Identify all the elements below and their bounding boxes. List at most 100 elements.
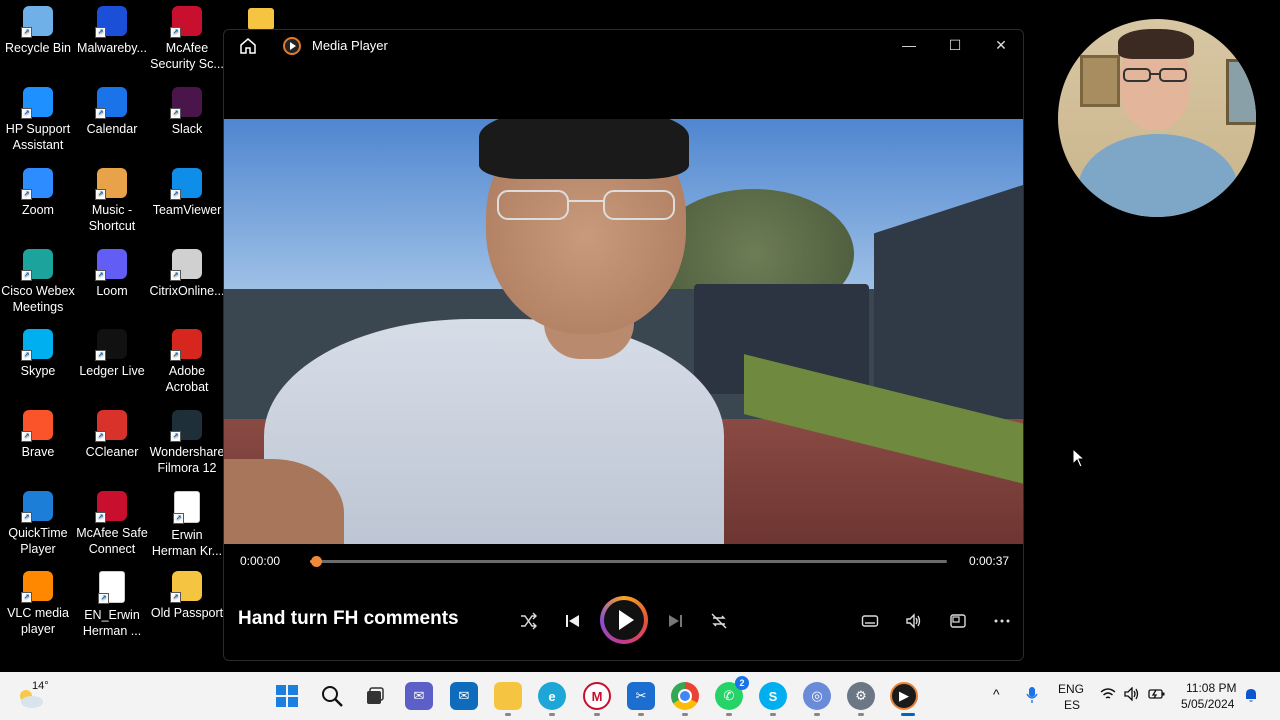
desktop-icon[interactable]: ↗ Skype (0, 325, 76, 379)
seek-handle[interactable] (311, 556, 323, 567)
desktop-icon[interactable]: ↗ Brave (0, 406, 76, 460)
edge-button[interactable]: e (538, 682, 566, 710)
desktop-icon[interactable]: ↗ HP Support Assistant (0, 83, 76, 153)
mouse-cursor-icon (1072, 448, 1086, 468)
media-player-icon: ▶ (899, 688, 909, 703)
teams-chat-button[interactable]: ✉ (405, 682, 433, 710)
close-button[interactable]: ✕ (978, 30, 1024, 60)
desktop-icon-label: Recycle Bin (5, 41, 71, 55)
clock-time[interactable]: 11:08 PM (1186, 681, 1236, 695)
app-button[interactable]: ◎ (803, 682, 831, 710)
mcafee-safe-connect-icon: ↗ (95, 491, 127, 523)
skip-forward-icon (669, 615, 682, 627)
total-time: 0:00:37 (969, 554, 1010, 568)
folder-icon[interactable] (248, 8, 274, 30)
weather-widget[interactable]: 14° (16, 680, 56, 712)
desktop-icon[interactable]: ↗ Calendar (74, 83, 150, 137)
more-icon (994, 619, 1010, 623)
webcam-overlay (1058, 19, 1256, 217)
desktop-icon[interactable]: ↗ Adobe Acrobat (149, 325, 225, 395)
desktop-icon-label: Music - Shortcut (88, 203, 136, 233)
vlc-icon: ↗ (21, 571, 53, 603)
wifi-icon[interactable] (1100, 687, 1116, 701)
next-button[interactable] (660, 606, 690, 636)
mcafee-button[interactable]: M (583, 682, 611, 710)
volume-button[interactable] (899, 606, 929, 636)
play-icon (618, 610, 634, 630)
speaker-icon[interactable] (1124, 687, 1140, 701)
miniplayer-icon (950, 614, 966, 628)
mail-button[interactable]: ✉ (450, 682, 478, 710)
desktop-icon[interactable]: ↗ McAfee Safe Connect (74, 487, 150, 557)
seek-bar[interactable] (310, 556, 947, 567)
battery-charging-icon[interactable] (1148, 687, 1166, 701)
skype-icon: ↗ (21, 329, 53, 361)
video-frame[interactable] (224, 119, 1023, 544)
desktop-icon-label: QuickTime Player (8, 526, 68, 556)
desktop-icon[interactable]: ↗ EN_Erwin Herman ... (74, 567, 150, 639)
slack-icon: ↗ (170, 87, 202, 119)
shuffle-button[interactable] (514, 606, 544, 636)
desktop-icon-label: CCleaner (85, 445, 139, 459)
taskbar: 14° ✉ ✉ e M ✂ ✆ 2 S ◎ ⚙ ▶ ^ ENG ES 11:08… (0, 672, 1280, 720)
desktop-icon[interactable]: ↗ McAfee Security Sc... (149, 2, 225, 72)
desktop-icon[interactable]: ↗ Malwareby... (74, 2, 150, 56)
settings-button[interactable]: ⚙ (847, 682, 875, 710)
miniplayer-button[interactable] (943, 606, 973, 636)
notification-bell-icon[interactable] (1244, 687, 1258, 703)
windows-start-icon (276, 685, 298, 707)
desktop-icon-label: Loom (96, 284, 128, 298)
desktop-icon-label: Zoom (22, 203, 54, 217)
minimize-button[interactable]: — (886, 30, 932, 60)
chrome-icon (678, 689, 692, 703)
media-player-taskbar-button[interactable]: ▶ (890, 682, 918, 710)
desktop-icon[interactable]: ↗ CCleaner (74, 406, 150, 460)
desktop-icon[interactable]: ↗ Erwin Herman Kr... (149, 487, 225, 559)
desktop-icon[interactable]: ↗ VLC media player (0, 567, 76, 637)
desktop-icon-label: Erwin Herman Kr... (151, 528, 223, 558)
whatsapp-button[interactable]: ✆ 2 (715, 676, 749, 710)
task-view-button[interactable] (361, 682, 389, 710)
skype-button[interactable]: S (759, 682, 787, 710)
desktop-icon[interactable]: ↗ Wondershare Filmora 12 (149, 406, 225, 476)
search-button[interactable] (318, 682, 346, 710)
file-explorer-button[interactable] (494, 682, 522, 710)
play-button[interactable] (600, 596, 648, 644)
microphone-icon[interactable] (1026, 686, 1038, 704)
chrome-button[interactable] (671, 682, 699, 710)
desktop-icon[interactable]: ↗ Old Passport (149, 567, 225, 621)
repeat-off-icon (711, 613, 727, 629)
app-icon: ◎ (811, 688, 823, 703)
home-icon[interactable] (238, 36, 258, 56)
language-bottom[interactable]: ES (1064, 698, 1080, 712)
mcafee-icon: M (591, 688, 603, 704)
desktop-icon[interactable]: ↗ CitrixOnline... (149, 245, 225, 299)
webex-icon: ↗ (21, 249, 53, 281)
desktop-icon-label: TeamViewer (152, 203, 222, 217)
desktop-icon[interactable]: ↗ Slack (149, 83, 225, 137)
captions-button[interactable] (855, 606, 885, 636)
maximize-button[interactable]: ☐ (932, 30, 978, 60)
snipping-tool-button[interactable]: ✂ (627, 682, 655, 710)
desktop-icon[interactable]: ↗ Recycle Bin (0, 2, 76, 56)
language-top[interactable]: ENG (1058, 682, 1084, 696)
desktop-icon[interactable]: ↗ Zoom (0, 164, 76, 218)
desktop-icon[interactable]: ↗ Ledger Live (74, 325, 150, 379)
shuffle-icon (521, 612, 537, 630)
media-title: Hand turn FH comments (238, 608, 459, 629)
desktop-icon[interactable]: ↗ TeamViewer (149, 164, 225, 218)
desktop-icon[interactable]: ↗ Cisco Webex Meetings (0, 245, 76, 315)
start-button[interactable] (273, 682, 301, 710)
desktop-icon[interactable]: ↗ QuickTime Player (0, 487, 76, 557)
previous-button[interactable] (558, 606, 588, 636)
desktop-icon-label: Brave (21, 445, 55, 459)
desktop-icon[interactable]: ↗ Music - Shortcut (74, 164, 150, 234)
repeat-button[interactable] (704, 606, 734, 636)
desktop-icon-label: Adobe Acrobat (165, 364, 209, 394)
chevron-up-icon[interactable]: ^ (993, 686, 1000, 702)
desktop-icon[interactable]: ↗ Loom (74, 245, 150, 299)
clock-date[interactable]: 5/05/2024 (1181, 697, 1234, 711)
more-options-button[interactable] (987, 606, 1017, 636)
desktop-icon-label: McAfee Safe Connect (76, 526, 148, 556)
desktop-icon-label: Skype (20, 364, 56, 378)
